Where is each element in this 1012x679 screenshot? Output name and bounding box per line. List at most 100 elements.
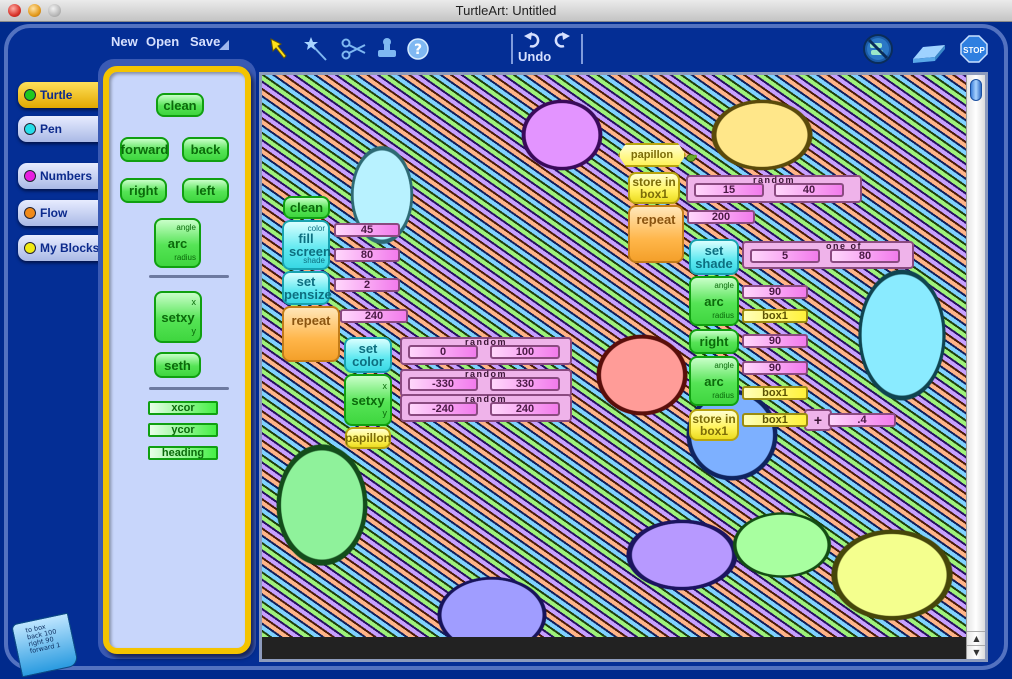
stop-label: STOP <box>963 46 985 55</box>
undo-button[interactable]: Undo <box>518 49 551 64</box>
script-block-repeat[interactable]: repeat <box>282 306 340 362</box>
palette-block-back[interactable]: back <box>182 137 229 162</box>
scroll-down-arrow-icon[interactable]: ▼ <box>967 645 985 659</box>
category-label: Turtle <box>40 88 73 102</box>
stamp-icon[interactable] <box>374 36 400 62</box>
vertical-scrollbar[interactable]: ▲ ▼ <box>966 75 985 659</box>
stop-icon[interactable]: STOP <box>960 35 988 63</box>
open-button[interactable]: Open <box>146 34 179 49</box>
fill-screen-label: fill screen <box>289 231 331 259</box>
number-block-rand-max[interactable]: 40 <box>774 183 844 197</box>
number-block-y-max[interactable]: 240 <box>490 402 560 416</box>
script-block-set-color[interactable]: set color <box>344 337 392 373</box>
category-tab-turtle[interactable]: Turtle <box>18 82 104 108</box>
script-block-set-shade[interactable]: set shade <box>689 239 739 275</box>
number-block-fill-color[interactable]: 45 <box>334 223 400 237</box>
arc-angle-label: angle <box>714 361 734 370</box>
palette-block-seth[interactable]: seth <box>154 352 201 378</box>
setxy-label: setxy <box>351 392 385 408</box>
arc-radius-label: radius <box>712 311 734 320</box>
palette-block-forward[interactable]: forward <box>120 137 169 162</box>
script-block-clean[interactable]: clean <box>283 196 330 219</box>
script-block-papillon-call[interactable]: papillon <box>345 427 391 449</box>
script-block-repeat-right[interactable]: repeat <box>628 205 684 263</box>
hide-blocks-icon[interactable] <box>862 33 894 65</box>
redo-arrow-icon[interactable] <box>551 30 571 50</box>
my-blocks-dot-icon <box>24 242 36 254</box>
setxy-x-label: x <box>382 381 388 391</box>
number-block-add-value[interactable]: .4 <box>828 413 896 427</box>
title-bar: TurtleArt: Untitled <box>0 0 1012 22</box>
app-frame: New Open Save ? Undo STOP Turtle Pen Num… <box>0 22 1012 679</box>
hat-block-papillon[interactable]: papillon <box>618 143 686 167</box>
number-block-right-value[interactable]: 90 <box>742 334 808 348</box>
drawing-canvas[interactable]: clean fill screen color shade 45 80 set … <box>262 75 966 637</box>
new-button[interactable]: New <box>111 34 138 49</box>
script-block-set-pensize[interactable]: set pensize <box>282 271 332 305</box>
store-in-label: store in box1 <box>632 175 676 201</box>
number-block-fill-shade[interactable]: 80 <box>334 248 400 262</box>
undo-arrow-icon[interactable] <box>523 30 543 50</box>
fill-color-label: color <box>307 224 325 233</box>
arc-angle-label: angle <box>714 281 734 290</box>
palette-block-ycor[interactable]: ycor <box>148 423 218 437</box>
save-menu-triangle-icon[interactable] <box>219 40 229 50</box>
save-button[interactable]: Save <box>190 34 220 49</box>
script-block-store-in-box1[interactable]: store in box1 <box>628 172 680 204</box>
number-block-x-min[interactable]: -330 <box>408 377 478 391</box>
magic-wand-icon[interactable] <box>303 36 329 62</box>
number-block-shade-b[interactable]: 80 <box>830 249 900 263</box>
script-block-arc-2[interactable]: arc angle radius <box>689 356 739 406</box>
set-pensize-label: set pensize <box>284 274 332 302</box>
toolbar-divider <box>511 34 513 64</box>
number-block-arc1-angle[interactable]: 90 <box>742 285 808 299</box>
number-block-rand-min[interactable]: 15 <box>694 183 764 197</box>
arrow-pointer-icon[interactable] <box>267 36 293 62</box>
arc-angle-label: angle <box>176 223 196 232</box>
scroll-up-arrow-icon[interactable]: ▲ <box>967 631 985 645</box>
svg-text:?: ? <box>414 42 422 58</box>
script-block-right[interactable]: right <box>689 329 739 354</box>
palette-block-heading[interactable]: heading <box>148 446 218 460</box>
flow-dot-icon <box>24 207 36 219</box>
number-block-y-min[interactable]: -240 <box>408 402 478 416</box>
category-tab-numbers[interactable]: Numbers <box>18 163 104 189</box>
category-label: Pen <box>40 122 63 136</box>
box-block-arc2-radius[interactable]: box1 <box>742 386 808 400</box>
category-tab-pen[interactable]: Pen <box>18 116 104 142</box>
number-block-repeat-count[interactable]: 240 <box>340 309 408 323</box>
script-block-store-in-box1-2[interactable]: store in box1 <box>689 409 739 441</box>
scrollbar-thumb[interactable] <box>970 79 982 101</box>
number-block-x-max[interactable]: 330 <box>490 377 560 391</box>
palette-block-arc[interactable]: arc angle radius <box>154 218 201 268</box>
number-block-pensize[interactable]: 2 <box>334 278 400 292</box>
store-in-label: store in box1 <box>692 412 736 438</box>
category-tab-flow[interactable]: Flow <box>18 200 104 226</box>
toolbar-divider <box>581 34 583 64</box>
number-block-shade-a[interactable]: 5 <box>750 249 820 263</box>
palette-block-setxy[interactable]: setxy x y <box>154 291 202 343</box>
category-tab-my-blocks[interactable]: My Blocks <box>18 235 104 261</box>
number-block-color-min[interactable]: 0 <box>408 345 478 359</box>
scissors-icon[interactable] <box>341 36 367 62</box>
number-block-repeat-right-count[interactable]: 200 <box>687 210 755 224</box>
script-block-setxy[interactable]: setxy x y <box>344 374 392 426</box>
palette-block-clean[interactable]: clean <box>156 93 204 117</box>
turtle-dot-icon <box>24 89 36 101</box>
box-block-arc1-radius[interactable]: box1 <box>742 309 808 323</box>
palette-block-xcor[interactable]: xcor <box>148 401 218 415</box>
eraser-icon[interactable] <box>911 35 947 63</box>
help-icon[interactable]: ? <box>405 36 431 62</box>
palette-block-right[interactable]: right <box>120 178 167 203</box>
number-block-arc2-angle[interactable]: 90 <box>742 361 808 375</box>
block-palette: clean forward back right left arc angle … <box>103 66 251 654</box>
script-block-fill-screen[interactable]: fill screen color shade <box>282 220 331 270</box>
script-block-arc-1[interactable]: arc angle radius <box>689 276 739 326</box>
arc-radius-label: radius <box>712 391 734 400</box>
pen-dot-icon <box>24 123 36 135</box>
setxy-y-label: y <box>382 408 388 418</box>
palette-block-left[interactable]: left <box>182 178 229 203</box>
box-block-add-box1[interactable]: box1 <box>742 413 808 427</box>
turtle-sprite-icon[interactable] <box>685 153 697 163</box>
number-block-color-max[interactable]: 100 <box>490 345 560 359</box>
